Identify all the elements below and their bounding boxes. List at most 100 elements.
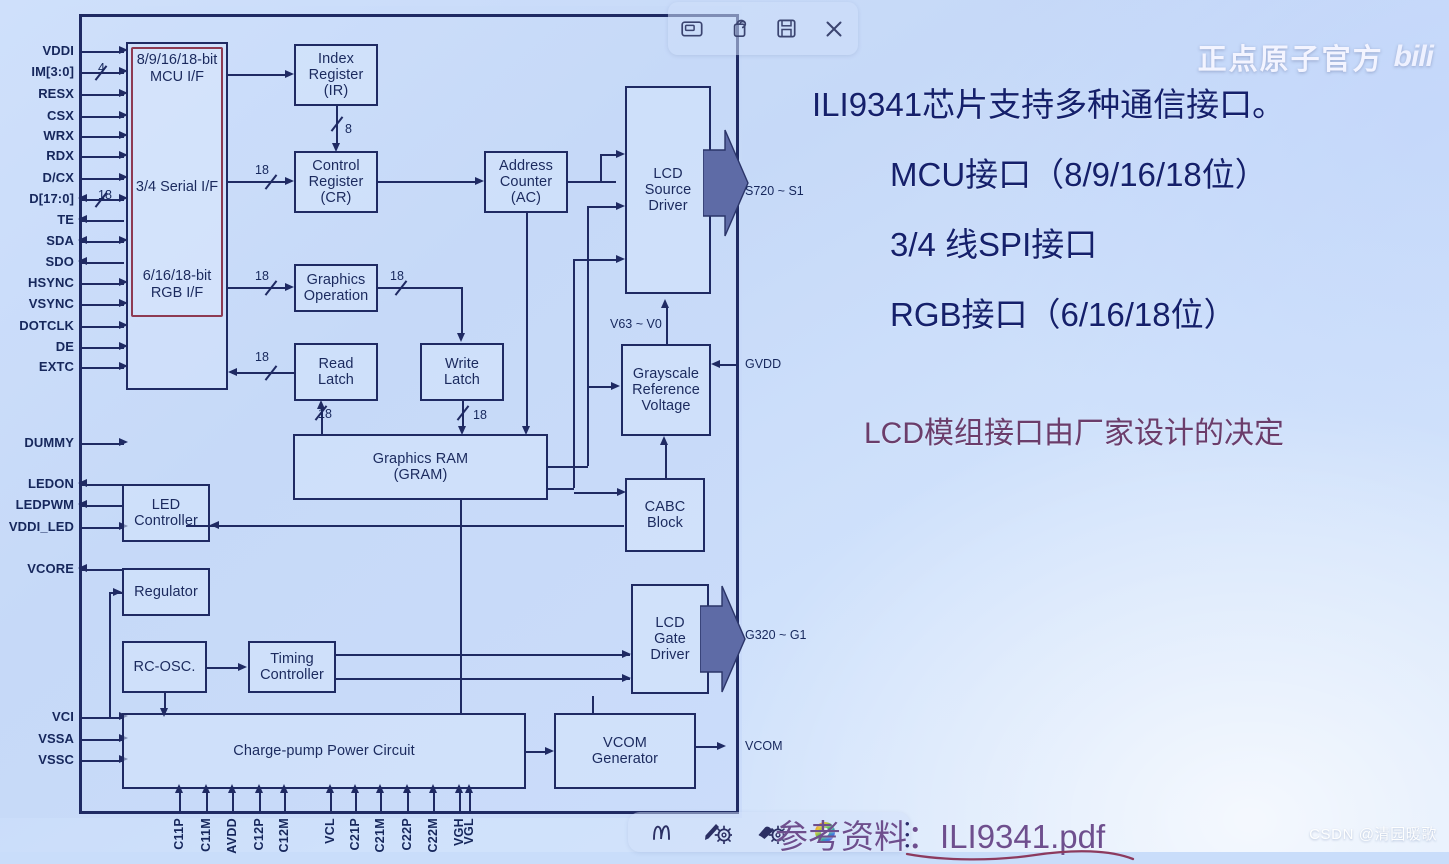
pin-wire <box>82 156 124 158</box>
block-cabc-block: CABC Block <box>625 478 705 552</box>
arrow-out <box>78 194 87 203</box>
bottom-pin-c11p: C11P <box>172 818 186 850</box>
pin-wire <box>82 283 124 285</box>
slide-note: LCD模组接口由厂家设计的决定 <box>864 417 1285 450</box>
pin-wire <box>82 367 124 369</box>
pin-wire <box>82 136 124 138</box>
pin-label-vcore: VCORE <box>27 561 74 576</box>
bottom-pin-arrow <box>325 784 334 793</box>
pin-label-im-3-0: IM[3:0] <box>31 64 74 79</box>
pin-label-te: TE <box>57 212 74 227</box>
block-control-register: Control Register (CR) <box>294 151 378 213</box>
block-regulator: Regulator <box>122 568 210 616</box>
pin-wire <box>82 241 124 243</box>
close-icon[interactable] <box>817 12 851 46</box>
bottom-pin-c12p: C12P <box>252 818 266 851</box>
block-lcd-gate-driver: LCD Gate Driver <box>631 584 709 694</box>
block-vcom-generator: VCOM Generator <box>554 713 696 789</box>
pin-label-vddi: VDDI <box>42 43 74 58</box>
bus-width-label: 18 <box>255 163 269 177</box>
pin-label-dummy: DUMMY <box>24 435 74 450</box>
block-led-controller: LED Controller <box>122 484 210 542</box>
bottom-pin-c21m: C21M <box>373 818 387 853</box>
pin-wire <box>82 220 124 222</box>
pin-label-vddi-led: VDDI_LED <box>8 519 74 534</box>
bottom-pin-vgl: VGL <box>462 818 476 845</box>
block-rc-osc: RC-OSC. <box>122 641 207 693</box>
pin-wire <box>82 739 124 741</box>
bus-width-label: 4 <box>98 61 105 75</box>
pin-wire <box>82 326 124 328</box>
bottom-pin-arrow <box>174 784 183 793</box>
pin-wire <box>82 717 124 719</box>
pin-wire <box>82 51 124 53</box>
pin-wire <box>82 347 124 349</box>
pin-label-sda: SDA <box>46 233 74 248</box>
block-read-latch: Read Latch <box>294 343 378 401</box>
pin-label-de: DE <box>55 339 74 354</box>
pin-label-rdx: RDX <box>46 148 74 163</box>
annotation-dots: • • • <box>905 816 910 853</box>
pin-label-d-17-0: D[17:0] <box>29 191 74 206</box>
pin-label-csx: CSX <box>46 108 74 123</box>
pin-wire <box>82 527 124 529</box>
bottom-pin-c22p: C22P <box>400 818 414 851</box>
arrow-out <box>78 479 87 488</box>
pin-label-vssa: VSSA <box>38 731 74 746</box>
bottom-pin-c12m: C12M <box>277 818 291 853</box>
arrow-out <box>78 215 87 224</box>
floating-top-toolbar[interactable] <box>668 2 858 55</box>
pin-label-dotclk: DOTCLK <box>19 318 74 333</box>
bottom-pin-c21p: C21P <box>348 818 362 851</box>
pen-stroke-icon[interactable] <box>648 818 678 846</box>
pin-wire <box>82 443 124 445</box>
block-graphics-ram: Graphics RAM (GRAM) <box>293 434 548 500</box>
bottom-pin-arrow <box>227 784 236 793</box>
pin-wire <box>82 178 124 180</box>
pin-wire <box>82 569 124 571</box>
bottom-pin-arrow <box>428 784 437 793</box>
bottom-pin-arrow <box>375 784 384 793</box>
pin-label-sdo: SDO <box>45 254 74 269</box>
slide-text-panel: ILI9341芯片支持多种通信接口。 MCU接口（8/9/16/18位） 3/4… <box>742 0 1449 852</box>
bottom-pin-arrow <box>201 784 210 793</box>
bus-width-label: 18 <box>390 269 404 283</box>
bottom-pin-c11m: C11M <box>199 818 213 852</box>
pin-label-vsync: VSYNC <box>28 296 74 311</box>
arrow-in <box>119 438 128 447</box>
bus-width-label: 18 <box>255 269 269 283</box>
window-icon[interactable] <box>675 12 709 46</box>
pen-settings-icon[interactable] <box>702 818 732 846</box>
arrow-out <box>78 257 87 266</box>
bottom-pin-arrow <box>350 784 359 793</box>
copy-icon[interactable] <box>722 12 756 46</box>
save-icon[interactable] <box>770 12 804 46</box>
bottom-pin-avdd: AVDD <box>225 818 239 854</box>
bottom-pin-arrow <box>464 784 473 793</box>
channel-watermark: 正点原子官方 bili <box>1198 36 1434 78</box>
block-index-register: Index Register (IR) <box>294 44 378 106</box>
csdn-watermark: CSDN @清园暖歌 <box>1309 826 1437 843</box>
bottom-pin-arrow <box>402 784 411 793</box>
slide-heading: ILI9341芯片支持多种通信接口。 <box>812 86 1286 123</box>
pin-label-vci: VCI <box>52 709 74 724</box>
pin-label-resx: RESX <box>38 86 74 101</box>
pin-label-d-cx: D/CX <box>42 170 74 185</box>
reference-underline-annotation <box>905 850 1135 861</box>
pin-wire <box>82 262 124 264</box>
pin-wire <box>82 760 124 762</box>
pin-wire <box>82 484 124 486</box>
bottom-pin-arrow <box>279 784 288 793</box>
rgb-interface-label: 6/16/18-bit RGB I/F <box>142 268 212 301</box>
block-lcd-source-driver: LCD Source Driver <box>625 86 711 294</box>
pin-label-wrx: WRX <box>43 128 74 143</box>
block-charge-pump: Charge-pump Power Circuit <box>122 713 526 789</box>
block-address-counter: Address Counter (AC) <box>484 151 568 213</box>
v63-v0-label: V63 ~ V0 <box>610 317 662 331</box>
mcu-interface-label: 8/9/16/18-bit MCU I/F <box>136 52 218 85</box>
chip-left-bus <box>79 14 82 814</box>
bus-width-label: 18 <box>318 407 332 421</box>
slide-bullet-mcu: MCU接口（8/9/16/18位） <box>890 156 1268 193</box>
arrow-out <box>78 500 87 509</box>
bottom-pin-arrow <box>254 784 263 793</box>
